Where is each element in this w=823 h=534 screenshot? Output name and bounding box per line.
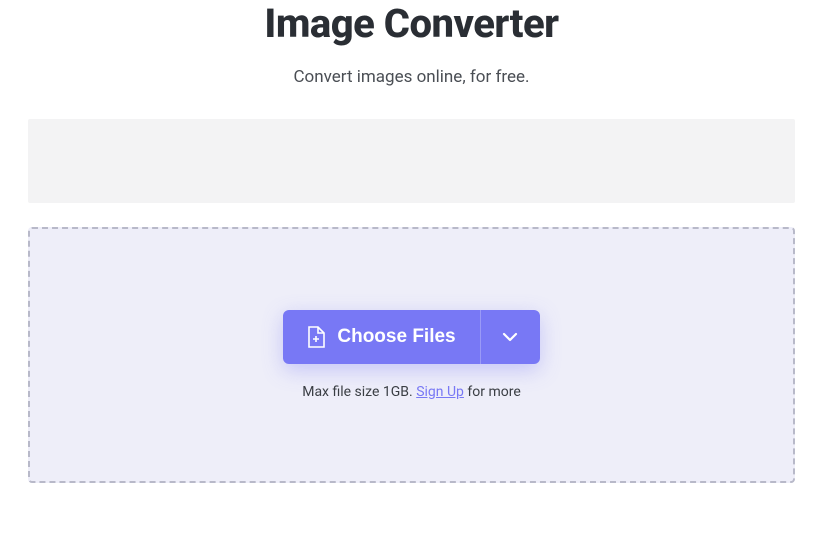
page-title: Image Converter — [28, 0, 795, 47]
signup-link[interactable]: Sign Up — [416, 384, 464, 400]
choose-files-button[interactable]: Choose Files — [283, 310, 479, 364]
file-size-hint: Max file size 1GB. Sign Up for more — [302, 384, 521, 400]
file-add-icon — [307, 326, 325, 348]
page-subtitle: Convert images online, for free. — [28, 67, 795, 87]
file-dropzone[interactable]: Choose Files Max file size 1GB. Sign Up … — [28, 227, 795, 483]
upload-button-group: Choose Files — [283, 310, 539, 364]
ad-placeholder — [28, 119, 795, 203]
hint-prefix: Max file size 1GB. — [302, 384, 416, 400]
choose-files-label: Choose Files — [337, 326, 455, 348]
upload-source-dropdown[interactable] — [480, 310, 540, 364]
chevron-down-icon — [502, 332, 518, 342]
hint-suffix: for more — [464, 384, 521, 400]
